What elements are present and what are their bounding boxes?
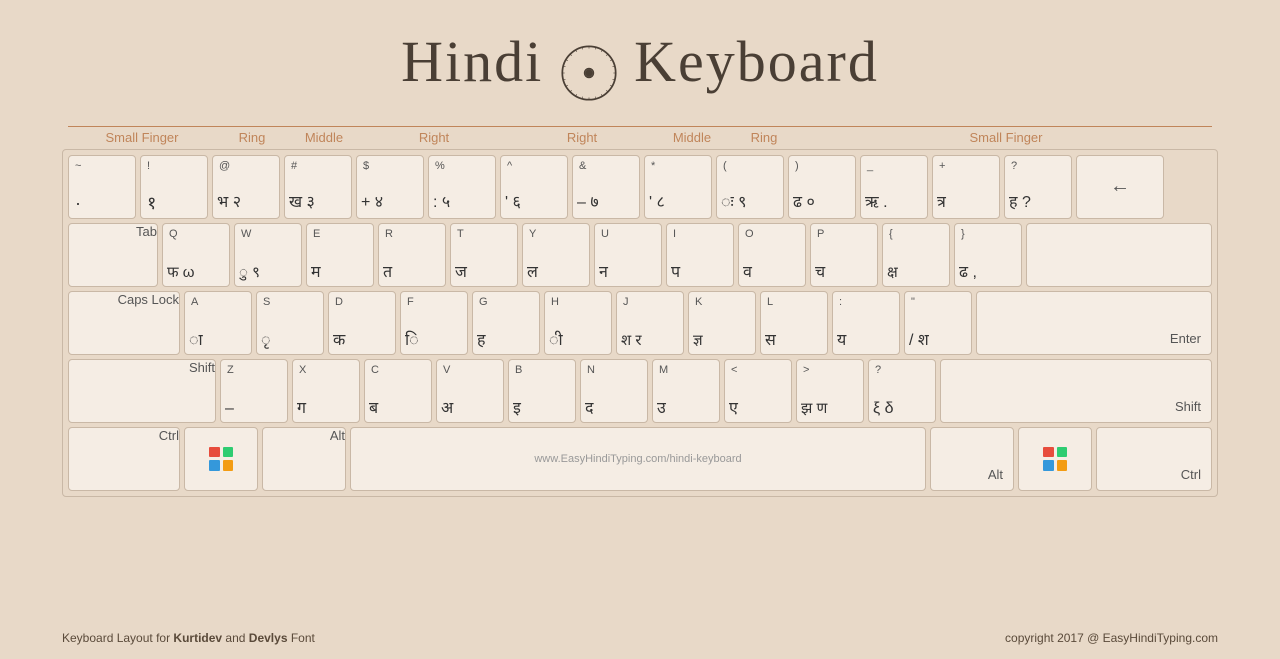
key-t[interactable]: T ज xyxy=(450,223,518,287)
footer-right: copyright 2017 @ EasyHindiTyping.com xyxy=(1005,631,1218,645)
key-quote[interactable]: " / श xyxy=(904,291,972,355)
key-equals[interactable]: + त्र xyxy=(932,155,1000,219)
key-6[interactable]: ^ ' ६ xyxy=(500,155,568,219)
key-4[interactable]: $ + ४ xyxy=(356,155,424,219)
key-r[interactable]: R त xyxy=(378,223,446,287)
key-row-2: Tab Q फ ω W ु ९ E म R त T ज xyxy=(68,223,1212,287)
windows-logo-right-icon xyxy=(1043,447,1067,471)
key-p[interactable]: P च xyxy=(810,223,878,287)
key-v[interactable]: V अ xyxy=(436,359,504,423)
key-period[interactable]: > झ ण xyxy=(796,359,864,423)
key-2[interactable]: @ भ २ xyxy=(212,155,280,219)
key-win-right[interactable] xyxy=(1018,427,1092,491)
key-5[interactable]: % : ५ xyxy=(428,155,496,219)
key-m[interactable]: M उ xyxy=(652,359,720,423)
key-g[interactable]: G ह xyxy=(472,291,540,355)
key-l[interactable]: L स xyxy=(760,291,828,355)
key-e[interactable]: E म xyxy=(306,223,374,287)
key-c[interactable]: C ब xyxy=(364,359,432,423)
key-1[interactable]: ! १ xyxy=(140,155,208,219)
finger-label-small-finger-right: Small Finger xyxy=(800,126,1212,145)
finger-label-middle-right: Middle xyxy=(656,126,728,145)
key-alt-right[interactable]: Alt xyxy=(930,427,1014,491)
key-j[interactable]: J श र xyxy=(616,291,684,355)
title-area: Hindi xyxy=(0,0,1280,126)
key-space[interactable]: www.EasyHindiTyping.com/hindi-keyboard xyxy=(350,427,926,491)
finger-label-small-finger-left: Small Finger xyxy=(68,126,216,145)
key-b[interactable]: B इ xyxy=(508,359,576,423)
key-f[interactable]: F ि xyxy=(400,291,468,355)
ashoka-wheel-icon xyxy=(560,44,618,102)
key-backtick[interactable]: ~ · xyxy=(68,155,136,219)
key-enter-top[interactable] xyxy=(1026,223,1212,287)
keyboard-wrapper: Small Finger Ring Middle Right Right Mid… xyxy=(0,126,1280,497)
key-bracket-right[interactable]: } ढ , xyxy=(954,223,1022,287)
key-0[interactable]: ) ढ ० xyxy=(788,155,856,219)
key-7[interactable]: & – ७ xyxy=(572,155,640,219)
key-k[interactable]: K ज्ञ xyxy=(688,291,756,355)
key-alt-left[interactable]: Alt xyxy=(262,427,346,491)
key-z[interactable]: Z – xyxy=(220,359,288,423)
key-n[interactable]: N द xyxy=(580,359,648,423)
key-h[interactable]: H ी xyxy=(544,291,612,355)
key-9[interactable]: ( ः ९ xyxy=(716,155,784,219)
finger-label-middle-left: Middle xyxy=(288,126,360,145)
key-semicolon[interactable]: : य xyxy=(832,291,900,355)
keyboard: ~ · ! १ @ भ २ # ख ३ $ + ४ % : ५ xyxy=(62,149,1218,497)
key-shift-right[interactable]: Shift xyxy=(940,359,1212,423)
key-3[interactable]: # ख ३ xyxy=(284,155,352,219)
key-i[interactable]: I प xyxy=(666,223,734,287)
key-win-left[interactable] xyxy=(184,427,258,491)
key-backslash-top[interactable]: ? ह ? xyxy=(1004,155,1072,219)
footer: Keyboard Layout for Kurtidev and Devlys … xyxy=(62,631,1218,645)
key-row-5: Ctrl Alt www.EasyHindiTyping.com/hindi-k… xyxy=(68,427,1212,491)
footer-left: Keyboard Layout for Kurtidev and Devlys … xyxy=(62,631,315,645)
key-w[interactable]: W ु ९ xyxy=(234,223,302,287)
key-tab[interactable]: Tab xyxy=(68,223,158,287)
finger-labels-row: Small Finger Ring Middle Right Right Mid… xyxy=(62,126,1218,145)
finger-label-ring-left: Ring xyxy=(216,126,288,145)
windows-logo-icon xyxy=(209,447,233,471)
key-bracket-left[interactable]: { क्ष xyxy=(882,223,950,287)
key-minus[interactable]: _ ऋ . xyxy=(860,155,928,219)
key-shift-left[interactable]: Shift xyxy=(68,359,216,423)
key-row-4: Shift Z – X ग C ब V अ B इ N xyxy=(68,359,1212,423)
key-x[interactable]: X ग xyxy=(292,359,360,423)
key-a[interactable]: A ा xyxy=(184,291,252,355)
key-row-3: Caps Lock A ा S ृ D क F ि G ह xyxy=(68,291,1212,355)
title-part2: Keyboard xyxy=(634,29,879,94)
key-ctrl-right[interactable]: Ctrl xyxy=(1096,427,1212,491)
key-u[interactable]: U न xyxy=(594,223,662,287)
key-8[interactable]: * ' ८ xyxy=(644,155,712,219)
key-comma[interactable]: < ए xyxy=(724,359,792,423)
key-row-1: ~ · ! १ @ भ २ # ख ३ $ + ४ % : ५ xyxy=(68,155,1212,219)
backspace-icon: ← xyxy=(1110,175,1130,198)
key-o[interactable]: O व xyxy=(738,223,806,287)
key-s[interactable]: S ृ xyxy=(256,291,324,355)
finger-label-right-index-left: Right xyxy=(360,126,508,145)
key-d[interactable]: D क xyxy=(328,291,396,355)
key-enter[interactable]: Enter xyxy=(976,291,1212,355)
key-capslock[interactable]: Caps Lock xyxy=(68,291,180,355)
key-y[interactable]: Y ल xyxy=(522,223,590,287)
key-slash[interactable]: ? ξ δ xyxy=(868,359,936,423)
finger-label-right-index-right: Right xyxy=(508,126,656,145)
key-q[interactable]: Q फ ω xyxy=(162,223,230,287)
key-ctrl-left[interactable]: Ctrl xyxy=(68,427,180,491)
title-part1: Hindi xyxy=(401,29,543,94)
key-backspace[interactable]: ← xyxy=(1076,155,1164,219)
finger-label-ring-right: Ring xyxy=(728,126,800,145)
